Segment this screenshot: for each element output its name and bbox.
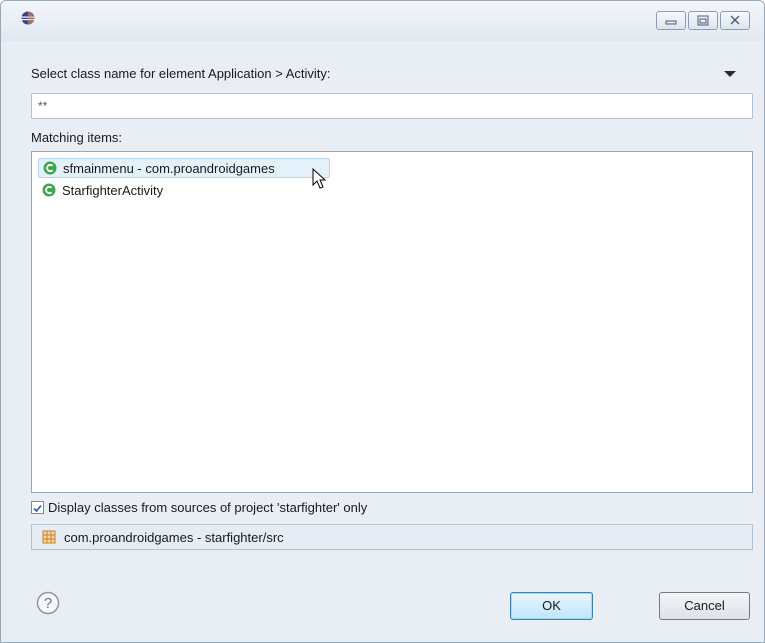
maximize-icon [697,15,709,26]
package-icon [42,530,56,544]
mouse-cursor-icon [312,168,327,189]
prompt-label: Select class name for element Applicatio… [31,66,331,81]
list-item[interactable]: StarfighterActivity [38,180,167,200]
status-bar: com.proandroidgames - starfighter/src [31,524,753,550]
close-button[interactable] [720,11,750,30]
matching-items-label: Matching items: [31,130,123,145]
title-bar[interactable] [1,1,764,41]
checkmark-icon [33,504,42,513]
help-icon[interactable]: ? [36,591,60,615]
eclipse-icon [21,11,35,25]
search-input[interactable] [31,93,753,119]
matching-items-list[interactable]: sfmainmenu - com.proandroidgames Starfig… [31,151,753,493]
dialog-window: Select class name for element Applicatio… [0,0,765,643]
dialog-content: Select class name for element Applicatio… [21,41,756,642]
ok-button[interactable]: OK [510,592,593,620]
list-item-label: sfmainmenu - com.proandroidgames [63,160,275,176]
view-menu-icon[interactable] [724,71,736,77]
status-text: com.proandroidgames - starfighter/src [64,529,284,545]
close-icon [730,15,740,25]
filter-checkbox[interactable] [31,501,44,514]
filter-checkbox-label: Display classes from sources of project … [48,500,368,515]
minimize-button[interactable] [656,11,686,30]
class-icon [42,183,56,197]
filter-checkbox-row[interactable]: Display classes from sources of project … [31,500,367,515]
list-item-label: StarfighterActivity [62,182,164,198]
maximize-button[interactable] [688,11,718,30]
minimize-icon [665,20,677,25]
svg-text:?: ? [44,595,52,612]
class-icon [43,161,57,175]
list-item[interactable]: sfmainmenu - com.proandroidgames [38,158,330,178]
cancel-button[interactable]: Cancel [659,592,750,620]
